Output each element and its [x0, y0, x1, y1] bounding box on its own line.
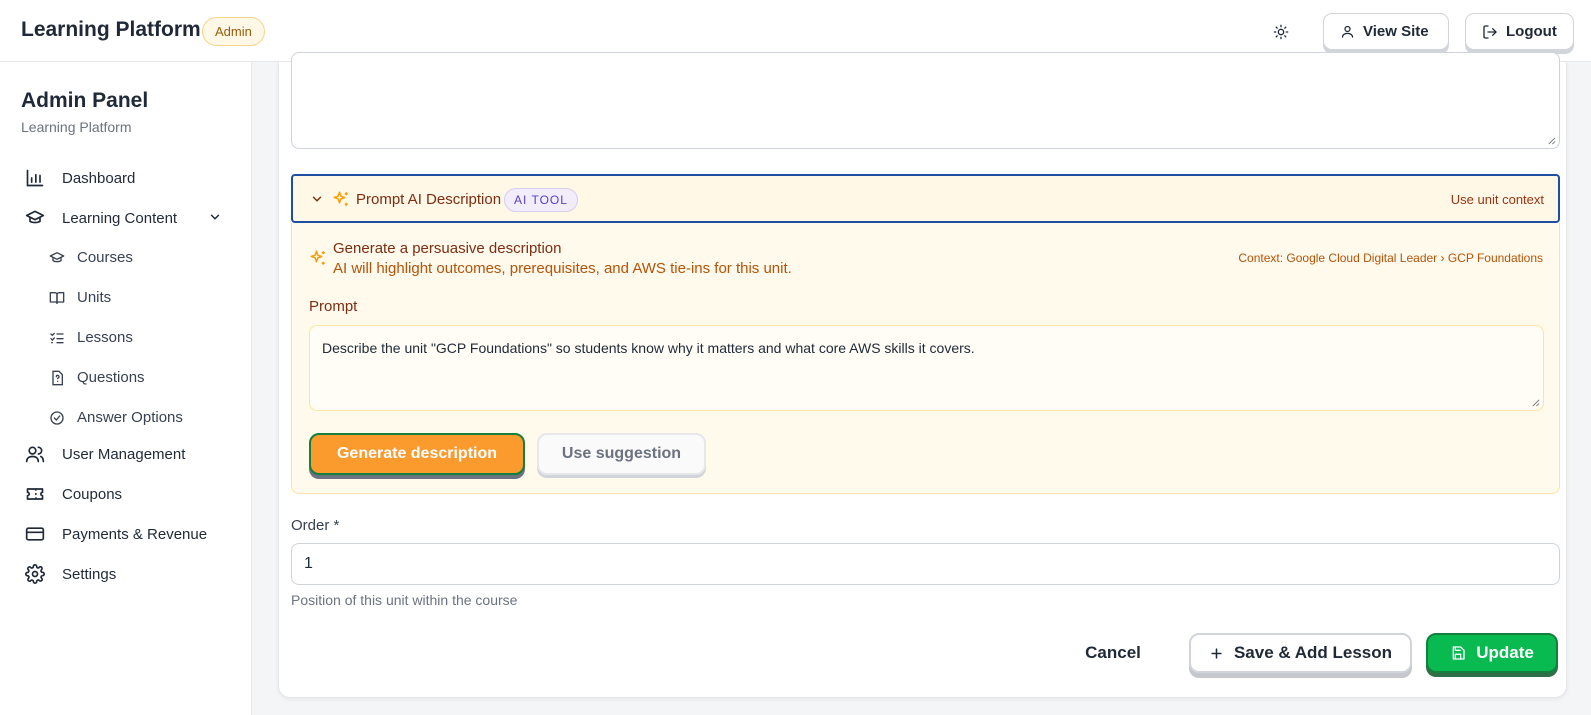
order-value: 1 [304, 555, 313, 572]
sidebar-item-lessons[interactable]: Lessons [49, 329, 133, 346]
use-unit-context-link[interactable]: Use unit context [1451, 192, 1544, 207]
ai-section-title: Prompt AI Description [356, 191, 502, 208]
sidebar-subtitle: Learning Platform [21, 119, 132, 135]
brand-title: Learning Platform [21, 18, 201, 41]
sidebar-item-settings[interactable]: Settings [25, 564, 116, 584]
sidebar-item-label: Learning Content [62, 209, 178, 227]
save-add-lesson-label: Save & Add Lesson [1233, 643, 1393, 662]
sidebar-item-payments[interactable]: Payments & Revenue [25, 524, 207, 544]
sidebar-item-label: Answer Options [77, 409, 183, 426]
order-input[interactable]: 1 [291, 543, 1560, 585]
sidebar: Admin Panel Learning Platform Dashboard … [0, 62, 252, 715]
plus-icon [1211, 647, 1222, 659]
list-checks-icon [50, 332, 64, 343]
sidebar-item-label: Questions [77, 369, 145, 386]
sidebar-item-units[interactable]: Units [49, 289, 111, 306]
ai-tool-badge: AI TOOL [504, 188, 578, 212]
check-circle-icon [50, 410, 64, 425]
sparkles-icon [310, 250, 325, 265]
sidebar-item-courses[interactable]: Courses [49, 249, 133, 266]
sidebar-item-user-management[interactable]: User Management [25, 444, 185, 464]
credit-card-icon [25, 527, 45, 541]
context-breadcrumb: Context: Google Cloud Digital Leader › G… [1238, 251, 1543, 265]
view-site-label: View Site [1363, 23, 1429, 40]
sidebar-item-label: Lessons [77, 329, 133, 346]
sidebar-item-dashboard[interactable]: Dashboard [25, 168, 135, 188]
graduation-cap-icon [49, 251, 65, 262]
prompt-text: Describe the unit "GCP Foundations" so s… [322, 340, 975, 356]
save-icon [1452, 646, 1465, 660]
view-site-button[interactable]: View Site [1323, 13, 1449, 50]
sidebar-item-label: Courses [77, 249, 133, 266]
logout-label: Logout [1506, 23, 1557, 40]
users-icon [25, 446, 45, 463]
generate-title: Generate a persuasive description [333, 240, 562, 257]
theme-toggle-button[interactable] [1268, 19, 1294, 45]
ticket-icon [26, 488, 44, 500]
sidebar-item-answer-options[interactable]: Answer Options [49, 409, 183, 426]
sidebar-item-label: Dashboard [62, 169, 136, 187]
logout-icon [1483, 24, 1497, 39]
order-help-text: Position of this unit within the course [291, 592, 518, 608]
graduation-cap-icon [25, 210, 45, 224]
resize-grip-icon[interactable] [1531, 398, 1540, 407]
logout-button[interactable]: Logout [1465, 13, 1574, 50]
sparkles-icon [333, 191, 348, 206]
sidebar-item-label: Units [77, 289, 112, 306]
ai-description-toggle[interactable]: Prompt AI Description AI TOOL Use unit c… [291, 174, 1560, 223]
file-question-icon [52, 370, 63, 385]
prompt-textarea[interactable]: Describe the unit "GCP Foundations" so s… [309, 325, 1544, 411]
sidebar-item-learning-content[interactable]: Learning Content [25, 208, 177, 228]
sidebar-item-label: User Management [62, 445, 186, 463]
book-open-icon [49, 291, 65, 304]
gear-icon [25, 564, 45, 584]
chevron-down-icon [312, 196, 322, 202]
save-add-lesson-button[interactable]: Save & Add Lesson [1189, 633, 1412, 673]
admin-badge: Admin [202, 17, 265, 46]
sidebar-title: Admin Panel [21, 89, 149, 112]
prompt-label: Prompt [309, 298, 358, 315]
sidebar-item-label: Coupons [62, 485, 123, 503]
generate-description: AI will highlight outcomes, prerequisite… [333, 260, 792, 277]
sidebar-item-coupons[interactable]: Coupons [25, 484, 122, 504]
generate-description-button[interactable]: Generate description [309, 433, 525, 475]
order-label: Order * [291, 517, 340, 534]
update-label: Update [1476, 643, 1534, 662]
unit-form-card: Prompt AI Description AI TOOL Use unit c… [278, 52, 1567, 698]
use-suggestion-button[interactable]: Use suggestion [537, 433, 706, 475]
user-icon [1341, 25, 1354, 38]
description-textarea[interactable] [291, 52, 1560, 149]
sidebar-item-questions[interactable]: Questions [49, 369, 145, 386]
chevron-down-icon[interactable] [208, 210, 222, 224]
sidebar-item-label: Settings [62, 565, 117, 583]
bar-chart-icon [26, 169, 44, 187]
cancel-button[interactable]: Cancel [1069, 632, 1157, 674]
sun-icon [1273, 24, 1289, 40]
ai-description-panel: Generate a persuasive description AI wil… [291, 223, 1560, 494]
update-button[interactable]: Update [1426, 633, 1558, 673]
sidebar-item-label: Payments & Revenue [62, 525, 208, 543]
resize-grip-icon[interactable] [1547, 136, 1556, 145]
